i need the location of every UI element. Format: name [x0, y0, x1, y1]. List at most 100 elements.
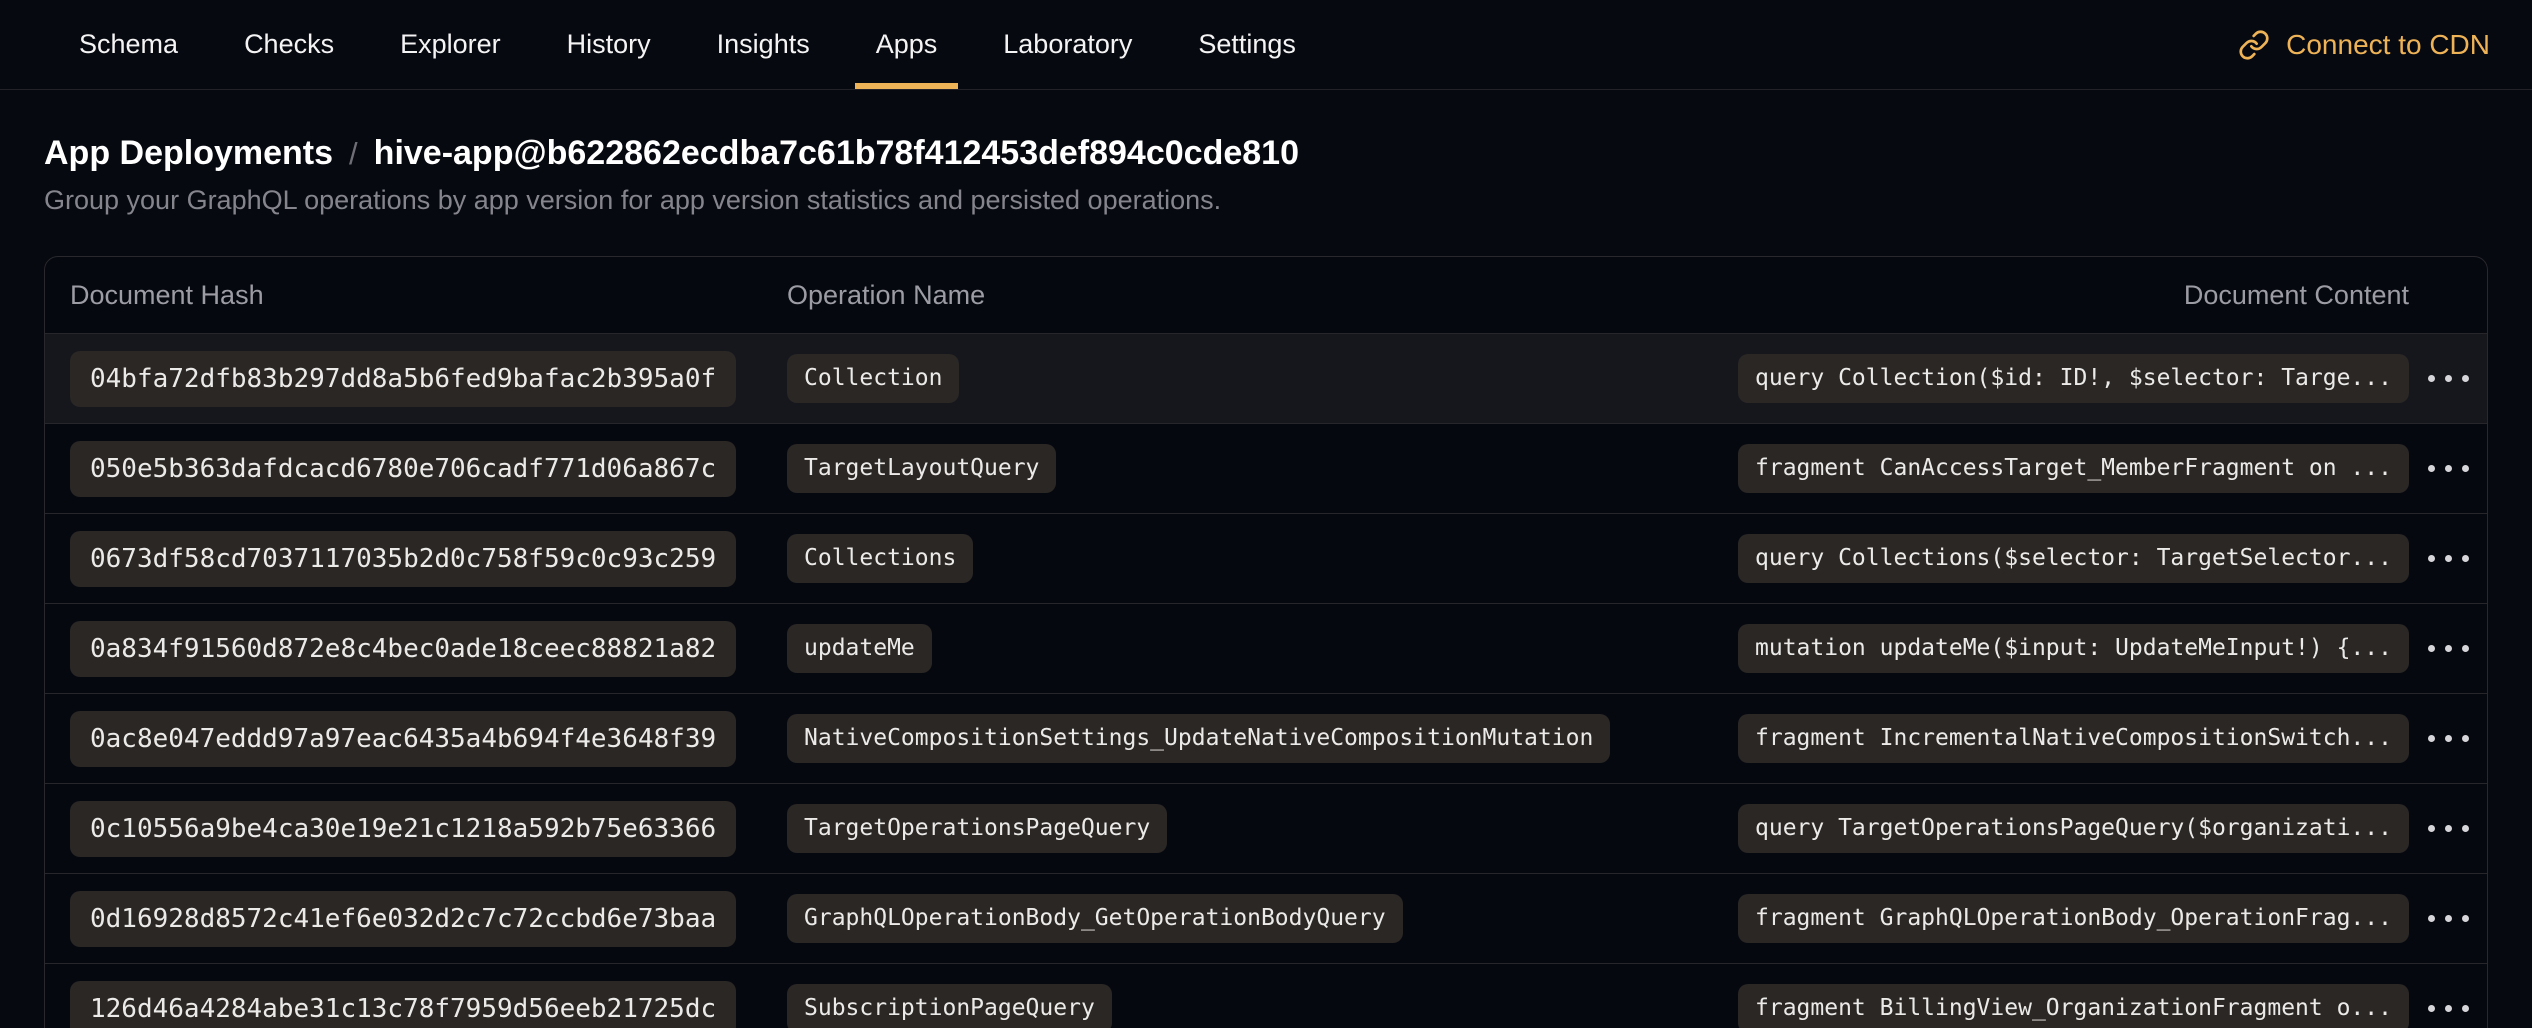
document-hash-cell: 050e5b363dafdcacd6780e706cadf771d06a867c [70, 441, 787, 497]
table-body: 04bfa72dfb83b297dd8a5b6fed9bafac2b395a0f… [45, 333, 2487, 1028]
table-row[interactable]: 04bfa72dfb83b297dd8a5b6fed9bafac2b395a0f… [45, 333, 2487, 423]
document-content-cell: query Collections($selector: TargetSelec… [1738, 534, 2409, 583]
table-row[interactable]: 0c10556a9be4ca30e19e21c1218a592b75e63366… [45, 783, 2487, 873]
nav-tab-label: Checks [244, 29, 334, 60]
row-menu-button[interactable] [2412, 901, 2485, 936]
document-hash-cell: 126d46a4284abe31c13c78f7959d56eeb21725dc [70, 981, 787, 1028]
row-menu-button[interactable] [2412, 721, 2485, 756]
breadcrumb-separator: / [349, 136, 358, 172]
operation-name-value: SubscriptionPageQuery [787, 984, 1112, 1028]
document-content-value: fragment IncrementalNativeCompositionSwi… [1738, 714, 2409, 763]
nav-tab-apps[interactable]: Apps [855, 0, 959, 89]
row-menu-button[interactable] [2412, 451, 2485, 486]
operation-name-value: TargetOperationsPageQuery [787, 804, 1167, 853]
nav-tab-label: Apps [876, 29, 938, 60]
nav-tab-schema[interactable]: Schema [58, 0, 199, 89]
nav-tab-label: History [567, 29, 651, 60]
top-navigation: Schema Checks Explorer History Insights … [0, 0, 2532, 90]
row-menu-button[interactable] [2412, 541, 2485, 576]
table-row[interactable]: 0ac8e047eddd97a97eac6435a4b694f4e3648f39… [45, 693, 2487, 783]
nav-tab-checks[interactable]: Checks [223, 0, 355, 89]
document-hash-cell: 0c10556a9be4ca30e19e21c1218a592b75e63366 [70, 801, 787, 857]
nav-tab-label: Schema [79, 29, 178, 60]
table-row[interactable]: 0673df58cd7037117035b2d0c758f59c0c93c259… [45, 513, 2487, 603]
document-hash-value: 0d16928d8572c41ef6e032d2c7c72ccbd6e73baa [70, 891, 736, 947]
nav-tab-laboratory[interactable]: Laboratory [982, 0, 1153, 89]
document-content-value: fragment GraphQLOperationBody_OperationF… [1738, 894, 2409, 943]
nav-tab-insights[interactable]: Insights [696, 0, 831, 89]
app-deployments-table: Document Hash Operation Name Document Co… [44, 256, 2488, 1028]
operation-name-value: updateMe [787, 624, 932, 673]
ellipsis-icon [2428, 825, 2469, 832]
column-header-document-hash: Document Hash [70, 280, 787, 311]
table-row[interactable]: 126d46a4284abe31c13c78f7959d56eeb21725dc… [45, 963, 2487, 1028]
link-icon [2238, 29, 2270, 61]
operation-name-cell: updateMe [787, 624, 1738, 673]
document-content-cell: query TargetOperationsPageQuery($organiz… [1738, 804, 2409, 853]
nav-tab-settings[interactable]: Settings [1177, 0, 1317, 89]
document-hash-value: 0c10556a9be4ca30e19e21c1218a592b75e63366 [70, 801, 736, 857]
document-content-cell: fragment IncrementalNativeCompositionSwi… [1738, 714, 2409, 763]
nav-tab-explorer[interactable]: Explorer [379, 0, 522, 89]
ellipsis-icon [2428, 375, 2469, 382]
operation-name-value: Collections [787, 534, 973, 583]
document-hash-value: 0ac8e047eddd97a97eac6435a4b694f4e3648f39 [70, 711, 736, 767]
table-row[interactable]: 050e5b363dafdcacd6780e706cadf771d06a867c… [45, 423, 2487, 513]
operation-name-cell: GraphQLOperationBody_GetOperationBodyQue… [787, 894, 1738, 943]
operation-name-cell: TargetOperationsPageQuery [787, 804, 1738, 853]
document-content-cell: mutation updateMe($input: UpdateMeInput!… [1738, 624, 2409, 673]
document-content-value: query TargetOperationsPageQuery($organiz… [1738, 804, 2409, 853]
nav-tab-history[interactable]: History [546, 0, 672, 89]
document-hash-cell: 0a834f91560d872e8c4bec0ade18ceec88821a82 [70, 621, 787, 677]
ellipsis-icon [2428, 735, 2469, 742]
document-content-value: query Collections($selector: TargetSelec… [1738, 534, 2409, 583]
operation-name-cell: TargetLayoutQuery [787, 444, 1738, 493]
document-content-value: fragment BillingView_OrganizationFragmen… [1738, 984, 2409, 1028]
ellipsis-icon [2428, 915, 2469, 922]
nav-tab-label: Settings [1198, 29, 1296, 60]
document-hash-value: 04bfa72dfb83b297dd8a5b6fed9bafac2b395a0f [70, 351, 736, 407]
row-menu-button[interactable] [2412, 991, 2485, 1026]
page-header: App Deployments / hive-app@b622862ecdba7… [0, 134, 2532, 216]
ellipsis-icon [2428, 1005, 2469, 1012]
table-header-row: Document Hash Operation Name Document Co… [45, 257, 2487, 333]
operation-name-value: TargetLayoutQuery [787, 444, 1056, 493]
operation-name-value: NativeCompositionSettings_UpdateNativeCo… [787, 714, 1610, 763]
document-hash-value: 0673df58cd7037117035b2d0c758f59c0c93c259 [70, 531, 736, 587]
nav-tab-label: Laboratory [1003, 29, 1132, 60]
breadcrumb: App Deployments / hive-app@b622862ecdba7… [44, 134, 2488, 173]
breadcrumb-app-deployments-link[interactable]: App Deployments [44, 134, 333, 173]
document-content-value: mutation updateMe($input: UpdateMeInput!… [1738, 624, 2409, 673]
document-content-cell: fragment GraphQLOperationBody_OperationF… [1738, 894, 2409, 943]
row-menu-button[interactable] [2412, 361, 2485, 396]
table-row[interactable]: 0a834f91560d872e8c4bec0ade18ceec88821a82… [45, 603, 2487, 693]
row-menu-button[interactable] [2412, 631, 2485, 666]
document-hash-cell: 0673df58cd7037117035b2d0c758f59c0c93c259 [70, 531, 787, 587]
operation-name-cell: SubscriptionPageQuery [787, 984, 1738, 1028]
ellipsis-icon [2428, 645, 2469, 652]
document-content-cell: query Collection($id: ID!, $selector: Ta… [1738, 354, 2409, 403]
document-content-value: fragment CanAccessTarget_MemberFragment … [1738, 444, 2409, 493]
operation-name-cell: NativeCompositionSettings_UpdateNativeCo… [787, 714, 1738, 763]
document-hash-cell: 0d16928d8572c41ef6e032d2c7c72ccbd6e73baa [70, 891, 787, 947]
page-subtitle: Group your GraphQL operations by app ver… [44, 185, 2488, 216]
ellipsis-icon [2428, 465, 2469, 472]
document-hash-cell: 0ac8e047eddd97a97eac6435a4b694f4e3648f39 [70, 711, 787, 767]
connect-to-cdn-link[interactable]: Connect to CDN [2238, 29, 2490, 61]
operation-name-cell: Collection [787, 354, 1738, 403]
document-content-cell: fragment BillingView_OrganizationFragmen… [1738, 984, 2409, 1028]
document-content-value: query Collection($id: ID!, $selector: Ta… [1738, 354, 2409, 403]
operation-name-cell: Collections [787, 534, 1738, 583]
nav-tab-label: Explorer [400, 29, 501, 60]
row-menu-button[interactable] [2412, 811, 2485, 846]
document-hash-cell: 04bfa72dfb83b297dd8a5b6fed9bafac2b395a0f [70, 351, 787, 407]
document-content-cell: fragment CanAccessTarget_MemberFragment … [1738, 444, 2409, 493]
breadcrumb-current-app: hive-app@b622862ecdba7c61b78f412453def89… [374, 134, 1299, 173]
operation-name-value: GraphQLOperationBody_GetOperationBodyQue… [787, 894, 1403, 943]
column-header-operation-name: Operation Name [787, 280, 1738, 311]
document-hash-value: 126d46a4284abe31c13c78f7959d56eeb21725dc [70, 981, 736, 1028]
connect-to-cdn-label: Connect to CDN [2286, 29, 2490, 61]
ellipsis-icon [2428, 555, 2469, 562]
document-hash-value: 050e5b363dafdcacd6780e706cadf771d06a867c [70, 441, 736, 497]
table-row[interactable]: 0d16928d8572c41ef6e032d2c7c72ccbd6e73baa… [45, 873, 2487, 963]
